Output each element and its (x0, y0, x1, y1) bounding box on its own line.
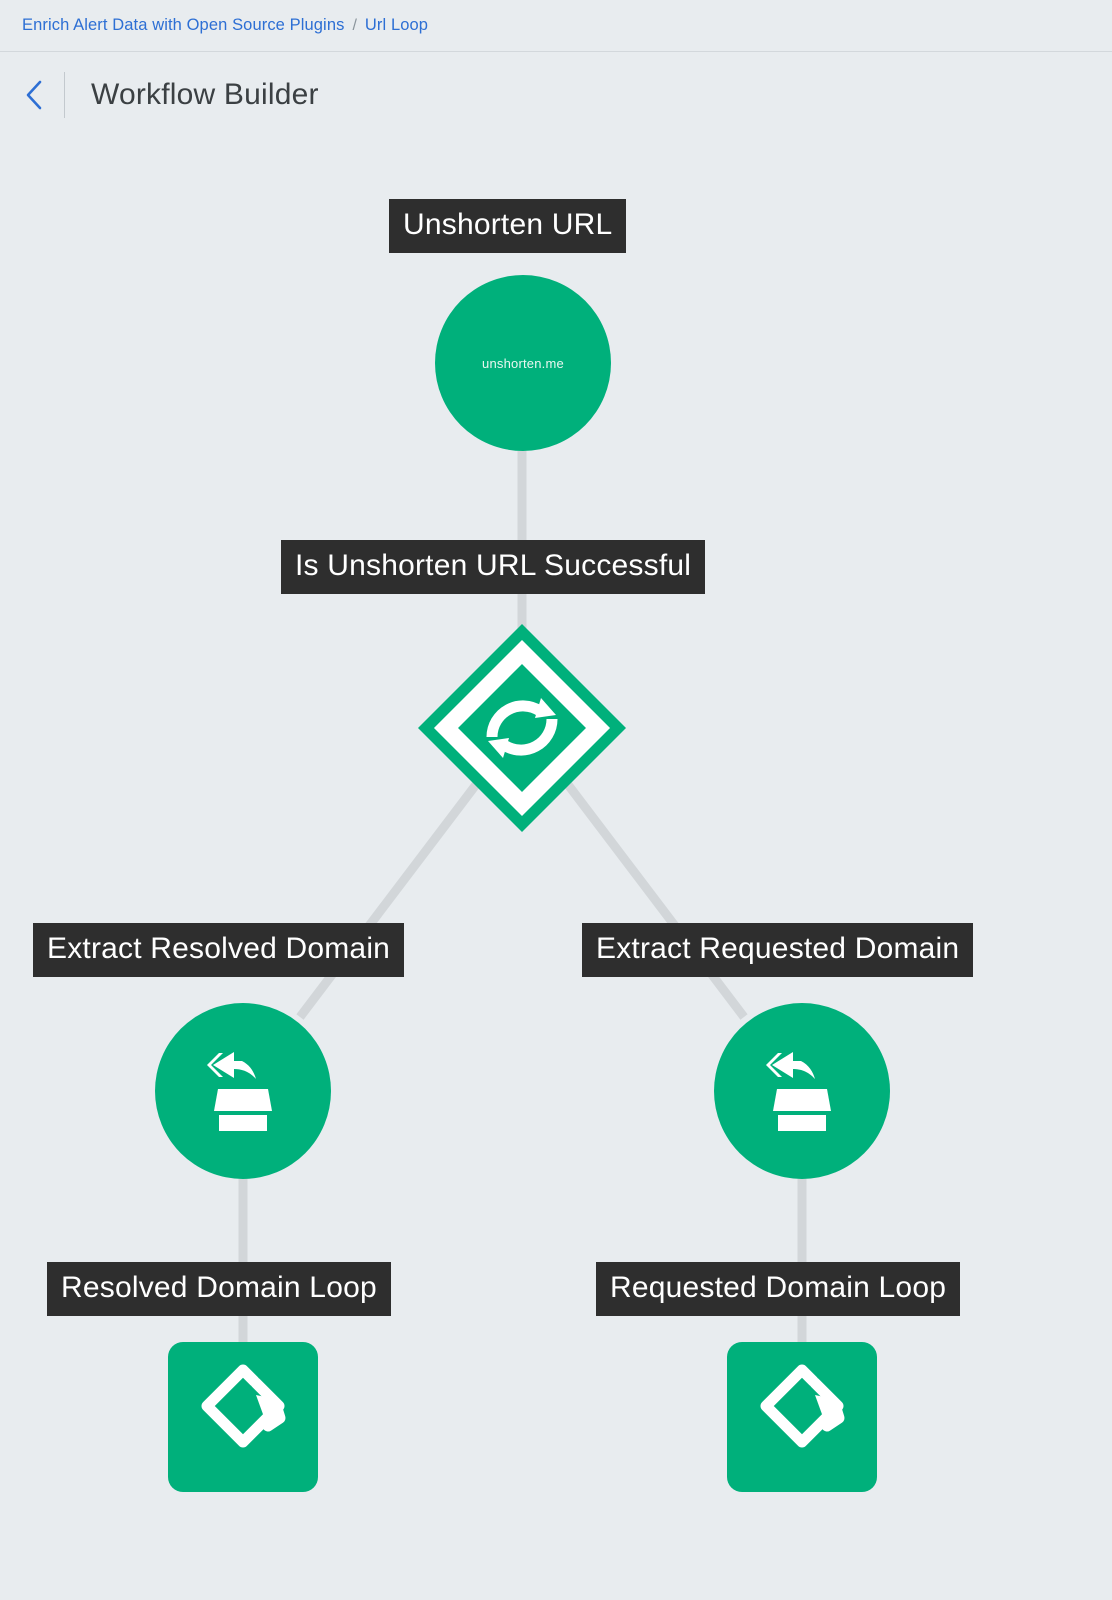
node-label-is-unshorten-url-successful[interactable]: Is Unshorten URL Successful (281, 540, 706, 594)
node-label-extract-requested-domain[interactable]: Extract Requested Domain (582, 923, 974, 977)
breadcrumb: Enrich Alert Data with Open Source Plugi… (0, 0, 1112, 52)
back-button[interactable] (20, 75, 48, 115)
node-label-unshorten-url[interactable]: Unshorten URL (389, 199, 627, 253)
node-extract-requested-domain[interactable] (714, 1003, 890, 1179)
node-resolved-domain-loop[interactable] (168, 1342, 318, 1492)
node-requested-domain-loop[interactable] (727, 1342, 877, 1492)
sync-arrows-icon (412, 618, 632, 843)
workflow-canvas[interactable]: Unshorten URL unshorten.me Is Unshorten … (0, 137, 1112, 1600)
node-caption-unshorten-me: unshorten.me (482, 355, 564, 371)
breadcrumb-item-workflow[interactable]: Enrich Alert Data with Open Source Plugi… (22, 16, 344, 35)
node-extract-resolved-domain[interactable] (155, 1003, 331, 1179)
node-unshorten-url[interactable]: unshorten.me (435, 275, 611, 451)
extract-from-box-icon (195, 1041, 291, 1142)
chevron-left-icon (24, 79, 44, 111)
extract-from-box-icon (754, 1041, 850, 1142)
title-bar: Workflow Builder (0, 52, 1112, 137)
breadcrumb-item-url-loop[interactable]: Url Loop (365, 16, 428, 35)
node-is-unshorten-url-successful[interactable] (412, 620, 632, 840)
node-label-extract-resolved-domain[interactable]: Extract Resolved Domain (33, 923, 405, 977)
page-title: Workflow Builder (91, 77, 319, 111)
node-label-resolved-domain-loop[interactable]: Resolved Domain Loop (47, 1262, 391, 1316)
loop-icon (184, 1356, 302, 1479)
title-divider (64, 71, 65, 118)
breadcrumb-separator: / (352, 16, 357, 34)
loop-icon (743, 1356, 861, 1479)
node-label-requested-domain-loop[interactable]: Requested Domain Loop (596, 1262, 961, 1316)
